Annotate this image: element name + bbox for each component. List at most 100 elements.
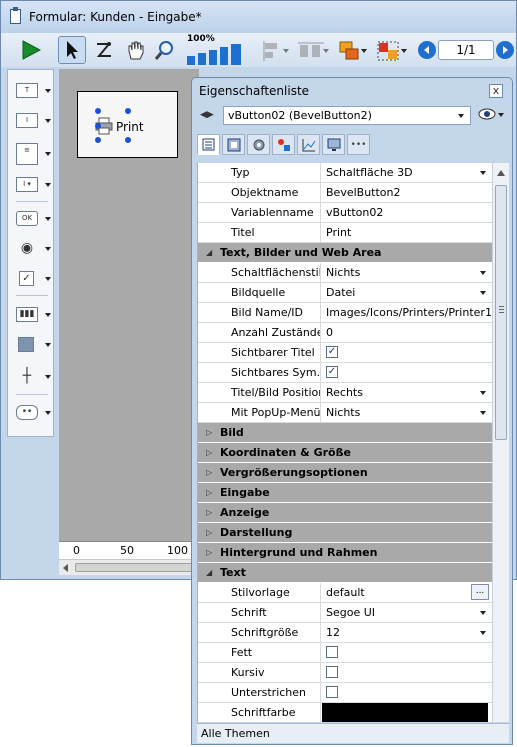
palette-radio-tool[interactable]: ◉ <box>14 238 52 260</box>
chevron-down-icon[interactable] <box>480 611 486 615</box>
previous-object-button[interactable]: ◀ <box>200 110 207 120</box>
expanded-arrow-icon[interactable]: ◢ <box>206 568 212 577</box>
category-header[interactable]: ▷ Bild <box>198 423 492 443</box>
hand-tool-button[interactable] <box>124 38 148 62</box>
chevron-down-icon[interactable] <box>480 291 486 295</box>
collapsed-arrow-icon[interactable]: ▷ <box>206 428 212 437</box>
group-button[interactable] <box>370 39 408 63</box>
category-header[interactable]: ▷ Koordinaten & Größe <box>198 443 492 463</box>
collapsed-arrow-icon[interactable]: ▷ <box>206 468 212 477</box>
resize-handle[interactable] <box>95 137 101 143</box>
resize-handle[interactable] <box>125 137 131 143</box>
palette-shape-tool[interactable] <box>14 334 52 356</box>
category-header[interactable]: ▷ Hintergrund und Rahmen <box>198 543 492 563</box>
property-checkbox[interactable] <box>326 666 338 678</box>
align-button[interactable] <box>256 40 290 62</box>
scrollbar-thumb[interactable] <box>495 185 507 440</box>
property-value[interactable]: Print <box>322 223 492 242</box>
category-header[interactable]: ▷ Vergrößerungsoptionen <box>198 463 492 483</box>
property-label: Mit PopUp-Menü <box>198 403 321 422</box>
chevron-down-icon[interactable] <box>480 631 486 635</box>
palette-splitter-tool[interactable]: ┼ <box>14 366 52 388</box>
property-value[interactable]: Segoe UI <box>322 603 492 622</box>
property-checkbox[interactable]: ✓ <box>326 346 338 358</box>
property-checkbox[interactable] <box>326 646 338 658</box>
tab-objects[interactable] <box>222 134 245 155</box>
object-palette: T I ≡ I ▾ OK ◉ ✓ ▮▮▮ ┼ •• <box>7 69 54 437</box>
resize-handle[interactable] <box>95 108 101 114</box>
bevel-button-object[interactable]: Print <box>77 91 178 158</box>
property-value[interactable]: Nichts <box>322 403 492 422</box>
property-value[interactable] <box>322 703 492 722</box>
property-value[interactable]: Rechts <box>322 383 492 402</box>
collapsed-arrow-icon[interactable]: ▷ <box>206 548 212 557</box>
property-checkbox[interactable]: ✓ <box>326 366 338 378</box>
chevron-down-icon[interactable] <box>480 391 486 395</box>
tab-shapes[interactable] <box>272 134 295 155</box>
property-value[interactable]: ✓ <box>322 363 492 382</box>
property-value[interactable]: 12 <box>322 623 492 642</box>
category-header[interactable]: ▷ Anzeige <box>198 503 492 523</box>
tab-list-view[interactable] <box>197 134 220 155</box>
property-value[interactable] <box>322 663 492 682</box>
next-page-button[interactable] <box>496 41 514 59</box>
category-header[interactable]: ◢ Text, Bilder und Web Area <box>198 243 492 263</box>
palette-combobox-tool[interactable]: I ▾ <box>14 174 52 196</box>
property-value[interactable] <box>322 683 492 702</box>
tab-graphs[interactable] <box>297 134 320 155</box>
view-options-button[interactable] <box>478 108 506 124</box>
property-value[interactable]: ✓ <box>322 343 492 362</box>
resize-handle[interactable] <box>95 123 101 129</box>
tab-display[interactable] <box>322 134 345 155</box>
expanded-arrow-icon[interactable]: ◢ <box>206 248 212 257</box>
chevron-down-icon[interactable] <box>480 271 486 275</box>
tab-more[interactable]: ••• <box>347 134 370 155</box>
ruler-tick: 100 <box>167 544 188 557</box>
collapsed-arrow-icon[interactable]: ▷ <box>206 488 212 497</box>
tab-settings[interactable] <box>247 134 270 155</box>
entry-order-button[interactable] <box>93 38 115 62</box>
property-value[interactable]: Images/Icons/Printers/Printer1... <box>322 303 492 322</box>
zoom-level-control[interactable]: 100% <box>185 34 249 66</box>
run-button[interactable] <box>19 38 43 62</box>
property-value[interactable]: 0 <box>322 323 492 342</box>
palette-checkbox-tool[interactable]: ✓ <box>14 268 52 290</box>
collapsed-arrow-icon[interactable]: ▷ <box>206 448 212 457</box>
palette-list-tool[interactable]: ≡ <box>14 140 52 168</box>
distribute-button[interactable] <box>293 40 329 62</box>
property-value[interactable]: default... <box>322 583 492 602</box>
category-header[interactable]: ▷ Darstellung <box>198 523 492 543</box>
property-value[interactable]: Datei <box>322 283 492 302</box>
object-selector[interactable]: vButton02 (BevelButton2) <box>223 106 471 125</box>
next-object-button[interactable]: ▶ <box>207 110 214 120</box>
category-header[interactable]: ▷ Eingabe <box>198 483 492 503</box>
chevron-down-icon[interactable] <box>480 411 486 415</box>
property-value[interactable]: Nichts <box>322 263 492 282</box>
property-value[interactable] <box>322 643 492 662</box>
property-value[interactable]: Schaltfläche 3D <box>322 163 492 182</box>
palette-progress-tool[interactable]: ▮▮▮ <box>14 304 52 326</box>
more-options-button[interactable]: ... <box>471 584 489 600</box>
horizontal-scrollbar[interactable] <box>59 559 199 575</box>
property-checkbox[interactable] <box>326 686 338 698</box>
resize-handle[interactable] <box>125 108 131 114</box>
palette-text-tool[interactable]: T <box>14 80 52 102</box>
zoom-tool-button[interactable] <box>153 38 177 62</box>
property-value[interactable]: BevelButton2 <box>322 183 492 202</box>
select-tool-button[interactable] <box>58 36 86 64</box>
palette-button-tool[interactable]: OK <box>14 208 52 230</box>
scrollbar-thumb[interactable] <box>75 563 193 572</box>
category-header[interactable]: ◢ Text <box>198 563 492 583</box>
graph-icon <box>302 138 315 151</box>
vertical-scrollbar[interactable] <box>492 163 509 722</box>
color-swatch[interactable] <box>322 703 488 722</box>
previous-page-button[interactable] <box>418 41 436 59</box>
palette-input-tool[interactable]: I <box>14 110 52 132</box>
collapsed-arrow-icon[interactable]: ▷ <box>206 508 212 517</box>
property-value[interactable]: vButton02 <box>322 203 492 222</box>
close-button[interactable]: x <box>489 84 503 98</box>
chevron-down-icon[interactable] <box>480 171 486 175</box>
collapsed-arrow-icon[interactable]: ▷ <box>206 528 212 537</box>
arrange-button[interactable] <box>332 39 368 63</box>
palette-plugin-tool[interactable]: •• <box>14 402 52 424</box>
